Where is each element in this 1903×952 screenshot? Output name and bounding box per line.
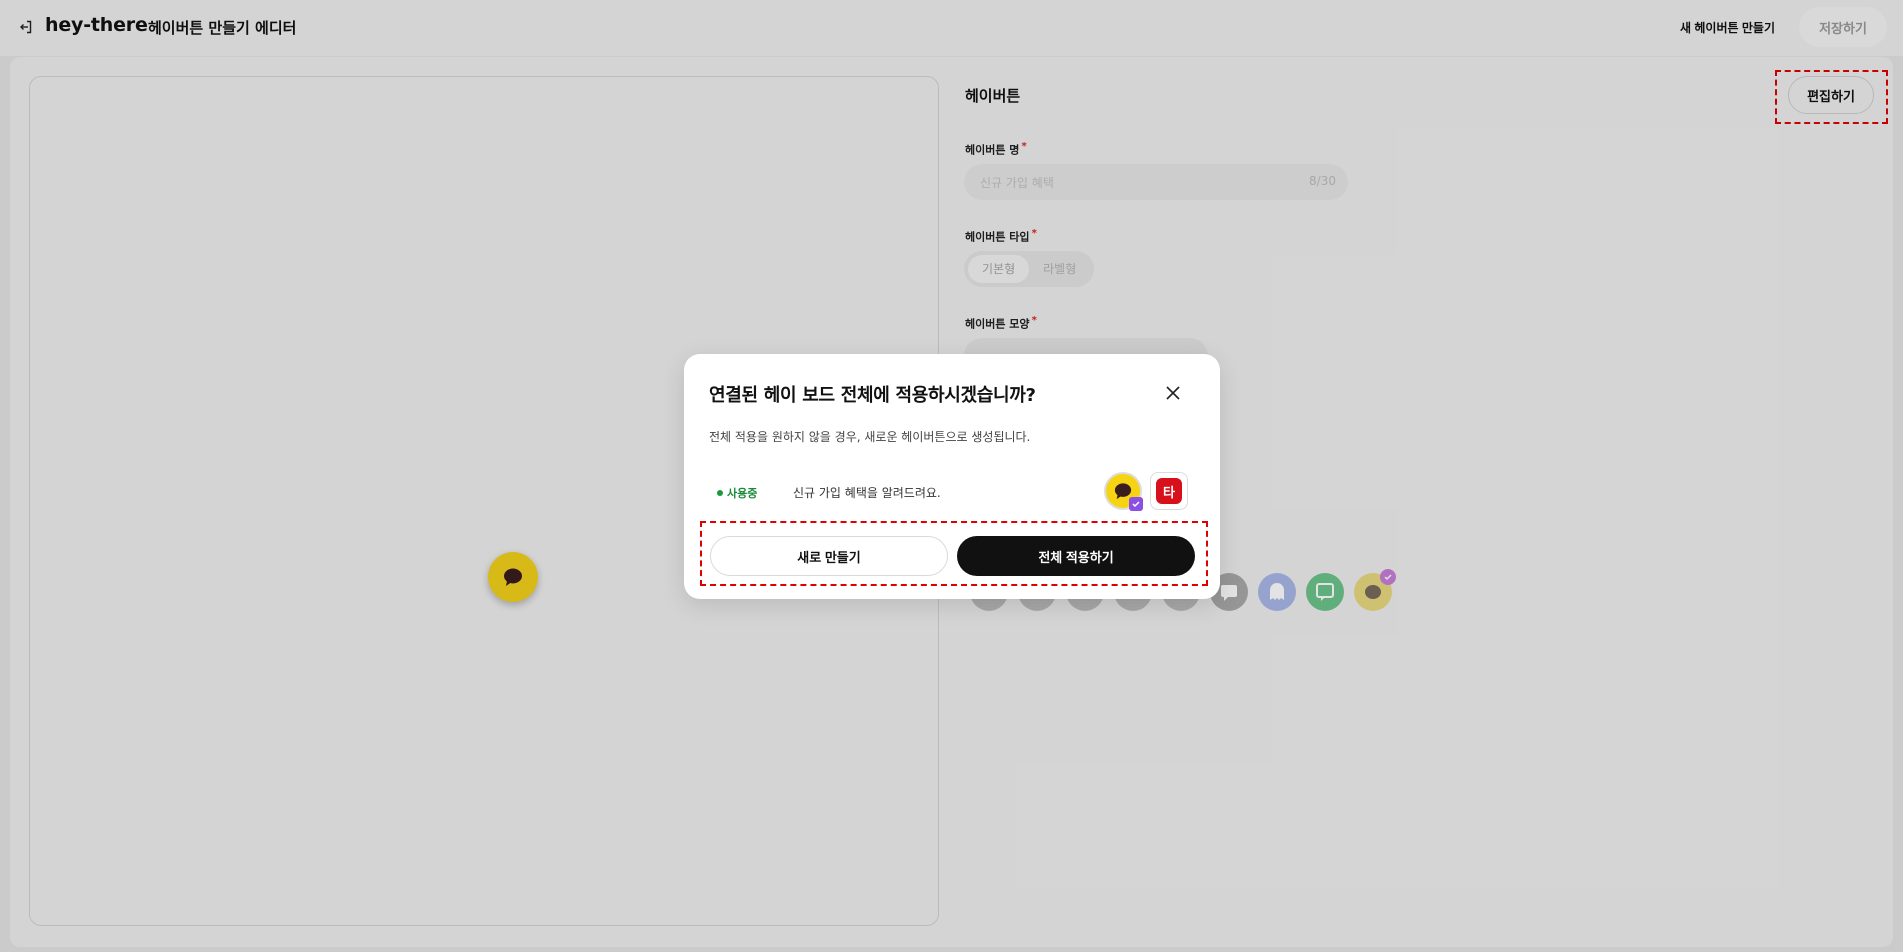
board-thumbnail: 타 — [1150, 472, 1188, 510]
dialog-title: 연결된 헤이 보드 전체에 적용하시겠습니까? — [709, 385, 1036, 406]
status-badge: 사용중 — [717, 485, 757, 501]
hey-button-thumbnail — [1104, 472, 1143, 511]
board-thumbnail-letter: 타 — [1156, 478, 1182, 504]
board-description: 신규 가입 혜택을 알려드려요. — [793, 486, 941, 500]
check-icon — [1129, 497, 1143, 511]
status-badge-text: 사용중 — [727, 487, 758, 500]
apply-all-dialog: 연결된 헤이 보드 전체에 적용하시겠습니까? 전체 적용을 원하지 않을 경우… — [684, 354, 1220, 599]
dialog-description: 전체 적용을 원하지 않을 경우, 새로운 헤이버튼으로 생성됩니다. — [709, 430, 1031, 444]
highlight-dialog-buttons — [700, 521, 1208, 586]
close-icon[interactable] — [1162, 382, 1184, 404]
status-dot-icon — [717, 490, 723, 496]
